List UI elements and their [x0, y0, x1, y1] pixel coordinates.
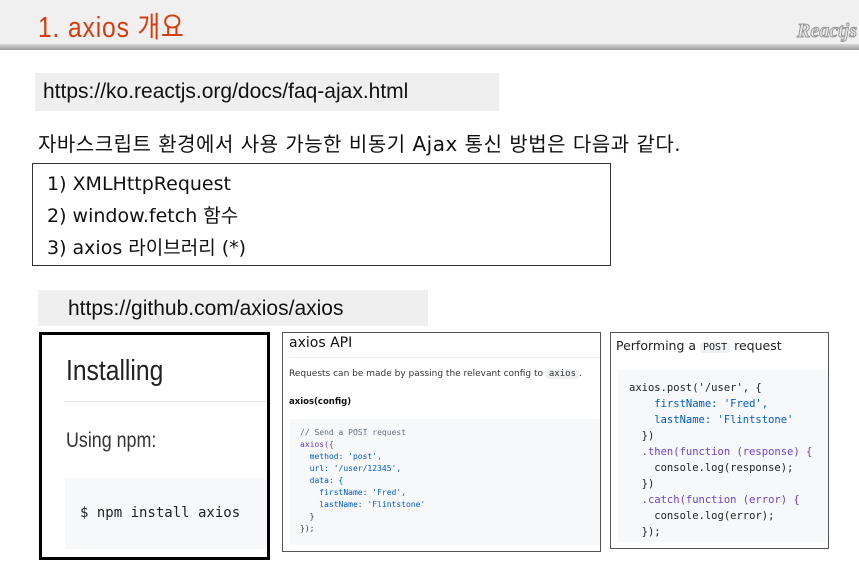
list-item: 1) XMLHttpRequest [47, 173, 231, 195]
api-screenshot: axios API Requests can be made by passin… [282, 332, 601, 552]
code-line: axios({ [300, 440, 334, 449]
code-line: console.log(error); [629, 510, 775, 522]
inline-code: POST [700, 342, 731, 353]
heading-text: Performing a [616, 338, 697, 353]
api-text: Requests can be made by passing the rele… [289, 369, 544, 379]
docs-url-link[interactable]: https://ko.reactjs.org/docs/faq-ajax.htm… [35, 73, 499, 111]
list-item: 2) window.fetch 함수 [47, 205, 239, 227]
post-code-block: axios.post('/user', { firstName: 'Fred',… [618, 370, 828, 542]
methods-list: 1) XMLHttpRequest 2) window.fetch 함수 3) … [32, 163, 611, 266]
api-subheading: axios(config) [289, 397, 352, 407]
github-url-link[interactable]: https://github.com/axios/axios [38, 290, 428, 326]
api-description: Requests can be made by passing the rele… [289, 369, 582, 379]
code-line: lastName: 'Flintstone' [300, 500, 426, 509]
install-screenshot: Installing Using npm: $ npm install axio… [39, 332, 270, 560]
code-line: axios.post('/user', { [629, 382, 762, 394]
post-heading: Performing a POST request [616, 338, 782, 353]
code-line: }); [629, 526, 661, 538]
code-line: }) [629, 478, 655, 490]
code-line: }); [300, 524, 315, 533]
post-screenshot: Performing a POST request axios.post('/u… [610, 332, 829, 549]
code-line: firstName: 'Fred', [300, 488, 406, 497]
install-subheading: Using npm: [66, 429, 157, 452]
code-line: firstName: 'Fred', [629, 398, 769, 410]
heading-text: request [734, 338, 782, 353]
code-line: }) [629, 430, 655, 442]
install-command: $ npm install axios [65, 478, 267, 549]
code-line: .then(function (response) { [629, 446, 813, 458]
slide-title: 1. axios 개요 [38, 12, 185, 44]
divider [64, 401, 267, 402]
code-line: data: { [300, 476, 344, 485]
code-line: .catch(function (error) { [629, 494, 800, 506]
code-line: lastName: 'Flintstone' [629, 414, 794, 426]
code-line: } [300, 512, 315, 521]
install-heading: Installing [66, 355, 164, 387]
code-line: url: '/user/12345', [300, 464, 402, 473]
api-text-end: . [578, 369, 582, 379]
code-line: console.log(response); [629, 462, 794, 474]
code-line: // Send a POST request [300, 428, 406, 437]
list-item: 3) axios 라이브러리 (*) [47, 237, 247, 259]
divider [289, 357, 600, 358]
api-code-block: // Send a POST request axios({ method: '… [290, 419, 600, 545]
inline-code: axios [545, 369, 579, 379]
api-heading: axios API [289, 335, 353, 351]
intro-text: 자바스크립트 환경에서 사용 가능한 비동기 Ajax 통신 방법은 다음과 같… [38, 132, 682, 156]
brand-logo: Reactjs [797, 20, 858, 43]
code-line: method: 'post', [300, 452, 382, 461]
